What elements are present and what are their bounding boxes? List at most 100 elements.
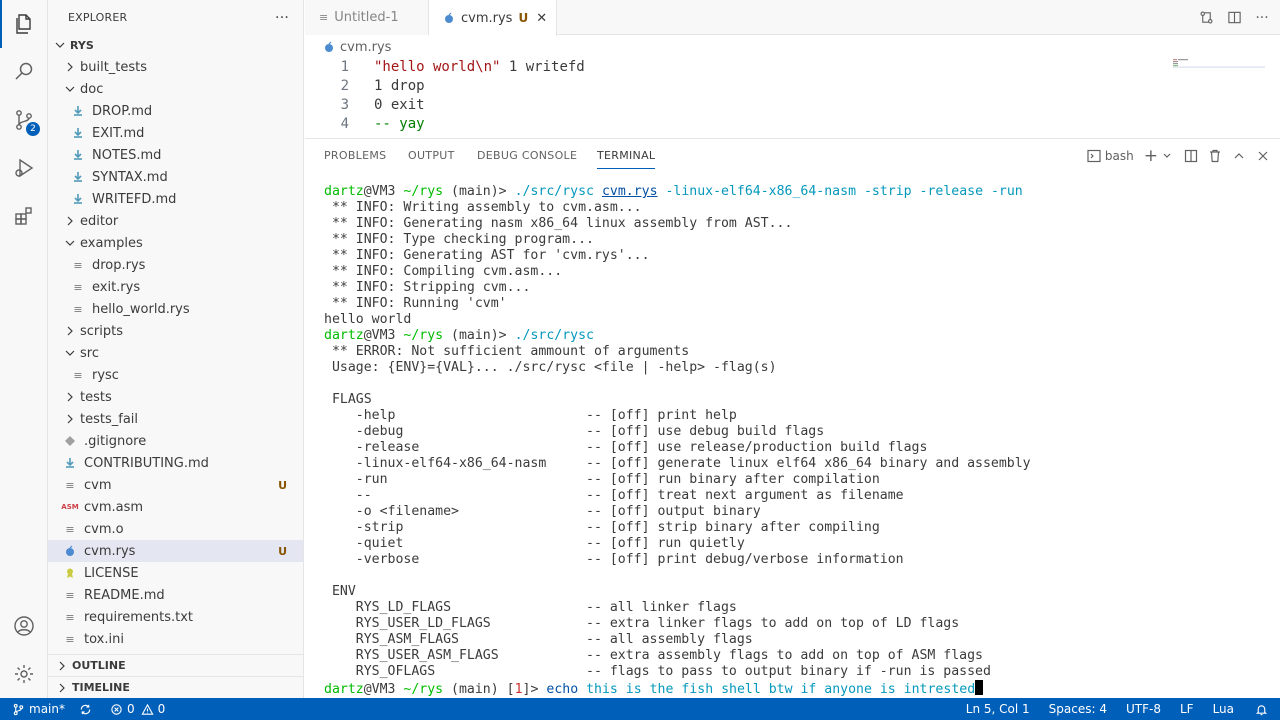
file-item[interactable]: cvm.rys U bbox=[48, 540, 303, 562]
folder-item[interactable]: built_tests bbox=[48, 56, 303, 78]
code-line[interactable]: 4 -- yay bbox=[305, 114, 425, 133]
error-count: 0 bbox=[126, 702, 135, 716]
timeline-section[interactable]: TIMELINE bbox=[48, 676, 303, 698]
tab-cvm-rys[interactable]: cvm.rys U ✕ bbox=[429, 0, 557, 36]
split-editor-icon[interactable] bbox=[1226, 10, 1242, 26]
file-icon: ≡ bbox=[73, 280, 83, 294]
file-item[interactable]: ≡ drop.rys bbox=[48, 254, 303, 276]
code-editor[interactable]: cvm.rys 1 "hello world\n" 1 writefd 2 1 dro… bbox=[305, 36, 1280, 138]
terminal-line: -strip -- [off] strip binary after compi… bbox=[324, 520, 1031, 536]
folder-item[interactable]: doc bbox=[48, 78, 303, 100]
terminal-line: RYS_USER_LD_FLAGS -- extra linker flags … bbox=[324, 616, 1031, 632]
search-icon[interactable] bbox=[0, 48, 48, 96]
terminal-text: (main)> bbox=[443, 184, 515, 199]
terminal-line: ** ERROR: Not sufficient ammount of argu… bbox=[324, 344, 1031, 360]
explorer-icon[interactable] bbox=[0, 0, 48, 48]
tab-problems[interactable]: PROBLEMS bbox=[324, 149, 386, 162]
file-item[interactable]: LICENSE bbox=[48, 562, 303, 584]
more-actions-icon[interactable]: ··· bbox=[1254, 10, 1270, 26]
outline-section[interactable]: OUTLINE bbox=[48, 654, 303, 676]
compare-changes-icon[interactable] bbox=[1198, 10, 1214, 26]
more-actions-icon[interactable]: ··· bbox=[275, 10, 289, 26]
notifications-bell-icon[interactable] bbox=[1241, 698, 1280, 720]
file-item[interactable]: ≡ cvm U bbox=[48, 474, 303, 496]
code-line[interactable]: 1 "hello world\n" 1 writefd bbox=[305, 57, 585, 76]
folder-item[interactable]: src bbox=[48, 342, 303, 364]
folder-item[interactable]: editor bbox=[48, 210, 303, 232]
settings-gear-icon[interactable] bbox=[0, 650, 48, 698]
folder-item[interactable]: scripts bbox=[48, 320, 303, 342]
explorer-root-folder[interactable]: RYS bbox=[48, 34, 303, 56]
shell-name[interactable]: bash bbox=[1105, 149, 1134, 163]
file-item[interactable]: SYNTAX.md bbox=[48, 166, 303, 188]
file-item[interactable]: .gitignore bbox=[48, 430, 303, 452]
tab-terminal[interactable]: TERMINAL bbox=[597, 149, 656, 169]
file-item[interactable]: ≡ README.md bbox=[48, 584, 303, 606]
code-line[interactable]: 2 1 drop bbox=[305, 76, 425, 95]
indentation[interactable]: Spaces: 4 bbox=[1037, 698, 1114, 720]
terminal-text: ** INFO: Type checking program... bbox=[324, 232, 594, 247]
terminal-line: dartz@VM3 ~/rys (main)> ./src/rysc cvm.r… bbox=[324, 184, 1031, 200]
chevron-down-icon[interactable] bbox=[1160, 149, 1174, 163]
terminal-line: -linux-elf64-x86_64-nasm -- [off] genera… bbox=[324, 456, 1031, 472]
maximize-panel-icon[interactable] bbox=[1232, 149, 1246, 163]
cursor-position[interactable]: Ln 5, Col 1 bbox=[959, 698, 1037, 720]
trash-icon[interactable] bbox=[1208, 149, 1222, 163]
terminal-text: this is the fish shell btw if anyone is … bbox=[578, 682, 976, 697]
file-item[interactable]: ASM cvm.asm bbox=[48, 496, 303, 518]
source-control-icon[interactable]: 2 bbox=[0, 96, 48, 144]
tab-untitled-1[interactable]: ≡ Untitled-1 bbox=[305, 0, 429, 35]
markdown-icon bbox=[62, 455, 78, 471]
breadcrumb-file[interactable]: cvm.rys bbox=[340, 40, 391, 55]
tree-item-label: .gitignore bbox=[84, 433, 147, 449]
root-folder-label: RYS bbox=[70, 38, 94, 52]
file-item[interactable]: ≡ requirements.txt bbox=[48, 606, 303, 628]
untracked-badge: U bbox=[278, 544, 287, 558]
file-item[interactable]: DROP.md bbox=[48, 100, 303, 122]
extensions-icon[interactable] bbox=[0, 192, 48, 240]
chevron-right-icon bbox=[62, 389, 78, 405]
encoding[interactable]: UTF-8 bbox=[1114, 698, 1168, 720]
file-item[interactable]: ≡ cvm.o bbox=[48, 518, 303, 540]
minimap[interactable] bbox=[1173, 57, 1265, 69]
file-item[interactable]: EXIT.md bbox=[48, 122, 303, 144]
terminal-text: (main) bbox=[443, 682, 507, 697]
split-terminal-icon[interactable] bbox=[1184, 149, 1198, 163]
file-item[interactable]: ≡ exit.rys bbox=[48, 276, 303, 298]
terminal-text: @VM3 bbox=[363, 328, 404, 343]
code-line[interactable]: 3 0 exit bbox=[305, 95, 425, 114]
end-of-line[interactable]: LF bbox=[1168, 698, 1201, 720]
terminal-output[interactable]: dartz@VM3 ~/rys (main)> ./src/rysc cvm.r… bbox=[324, 184, 1031, 697]
terminal-line: ** INFO: Generating nasm x86_64 linux as… bbox=[324, 216, 1031, 232]
account-icon[interactable] bbox=[0, 602, 48, 650]
problems-indicator[interactable]: 0 0 bbox=[103, 698, 172, 720]
close-icon[interactable]: ✕ bbox=[536, 11, 547, 26]
branch-indicator[interactable]: main* bbox=[0, 698, 72, 720]
terminal-text: ** INFO: Compiling cvm.asm... bbox=[324, 264, 563, 279]
tab-debug-console[interactable]: DEBUG CONSOLE bbox=[477, 149, 577, 162]
chevron-right-icon bbox=[62, 411, 78, 427]
chevron-down-icon bbox=[62, 81, 78, 97]
folder-item[interactable]: examples bbox=[48, 232, 303, 254]
tree-item-label: src bbox=[80, 345, 99, 361]
close-panel-icon[interactable] bbox=[1256, 149, 1270, 163]
language-mode[interactable]: Lua bbox=[1201, 698, 1241, 720]
file-item[interactable]: WRITEFD.md bbox=[48, 188, 303, 210]
sync-icon[interactable] bbox=[72, 698, 103, 720]
new-terminal-icon[interactable]: + bbox=[1144, 146, 1158, 166]
explorer-title: EXPLORER bbox=[68, 11, 128, 24]
folder-item[interactable]: tests_fail bbox=[48, 408, 303, 430]
file-item[interactable]: ≡ tox.ini bbox=[48, 628, 303, 650]
file-icon: ≡ bbox=[65, 588, 75, 602]
breadcrumb[interactable]: cvm.rys bbox=[323, 38, 391, 56]
file-item[interactable]: NOTES.md bbox=[48, 144, 303, 166]
file-item[interactable]: ≡ hello_world.rys bbox=[48, 298, 303, 320]
folder-item[interactable]: tests bbox=[48, 386, 303, 408]
file-icon: ≡ bbox=[73, 302, 83, 316]
run-debug-icon[interactable] bbox=[0, 144, 48, 192]
terminal-shell-icon[interactable] bbox=[1087, 149, 1101, 163]
file-item[interactable]: ≡ rysc bbox=[48, 364, 303, 386]
tab-output[interactable]: OUTPUT bbox=[408, 149, 455, 162]
file-item[interactable]: CONTRIBUTING.md bbox=[48, 452, 303, 474]
license-icon bbox=[62, 565, 78, 581]
